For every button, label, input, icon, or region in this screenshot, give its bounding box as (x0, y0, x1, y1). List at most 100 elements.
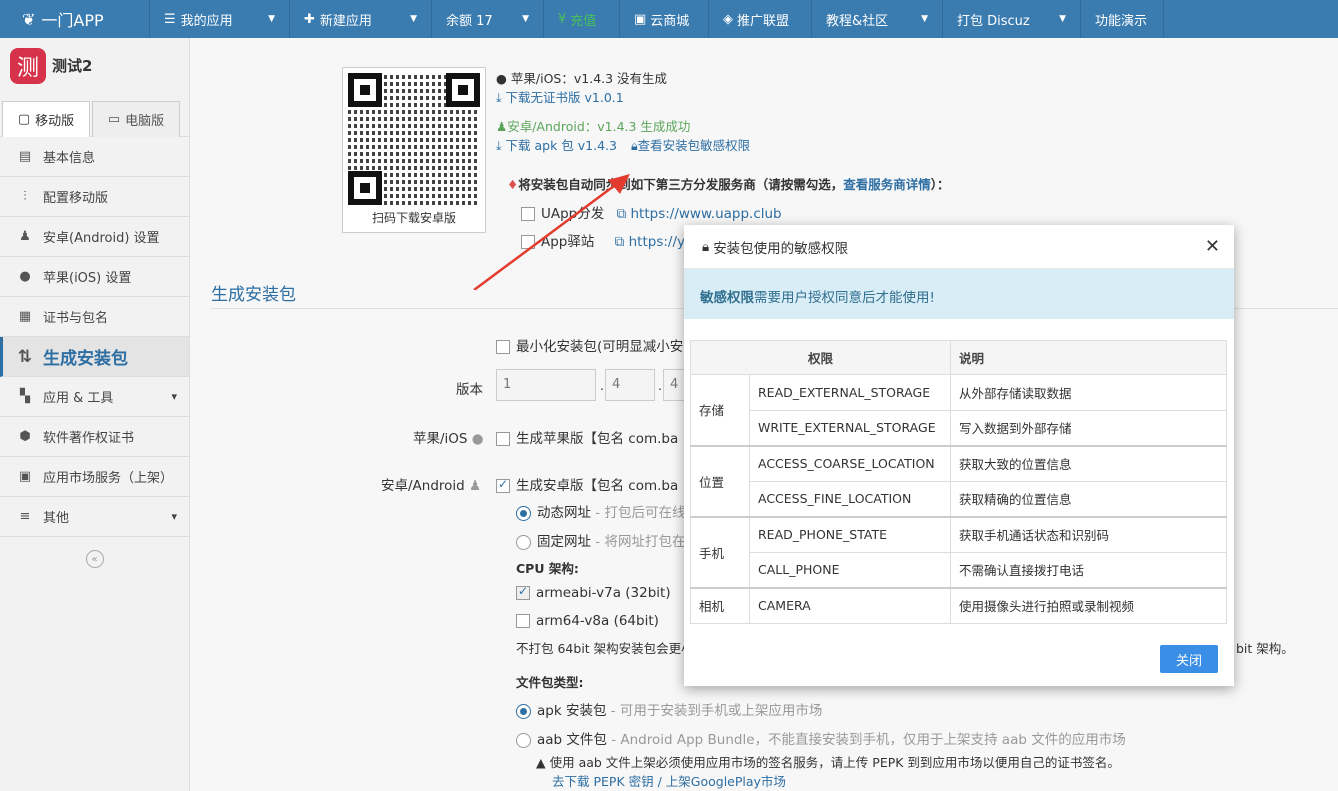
lock-icon: 🔒︎ (630, 138, 638, 153)
tab-desktop[interactable]: ▭ 电脑版 (92, 101, 180, 137)
cpu-arm64-checkbox[interactable] (516, 614, 530, 628)
nav-pack-discuz[interactable]: 打包 Discuz ▼ (943, 0, 1081, 38)
fixed-url-option[interactable]: 固定网址 - 将网址打包在 (516, 530, 685, 550)
version-label: 版本 (456, 382, 483, 398)
permission-desc: 不需确认直接拨打电话 (950, 551, 1227, 589)
sidebar-collapse: « (0, 537, 189, 581)
dynamic-url-radio[interactable] (516, 505, 531, 521)
android-generate-checkbox[interactable] (496, 477, 510, 493)
sidebar-item-tools[interactable]: ▚ 应用 & 工具 ▾ (0, 377, 189, 417)
sidebar-item-build[interactable]: ⇅ 生成安装包 (0, 337, 189, 377)
arrow-head (608, 174, 630, 194)
aab-radio[interactable] (516, 732, 531, 748)
project-name: 测试2 (52, 57, 93, 75)
android-links: ⤓ 下载 apk 包 v1.4.3 🔒︎查看安装包敏感权限 (496, 135, 750, 154)
section-title: 生成安装包 (211, 285, 296, 305)
nav-new-app[interactable]: ✚ 新建应用 ▼ (290, 0, 432, 38)
android-icon: ♟ (496, 119, 508, 134)
arrow-shaft (473, 178, 623, 290)
close-button[interactable]: 关闭 (1160, 645, 1218, 673)
minimize-checkbox[interactable] (496, 340, 510, 354)
warning-icon: ▲ (536, 755, 546, 770)
lock-icon: 🔒︎ (702, 238, 710, 255)
sidebar-item-other[interactable]: ≡ 其他 ▾ (0, 497, 189, 537)
aab-warning: ▲ 使用 aab 文件上架必须使用应用市场的签名服务，请上传 PEPK 到到应用… (536, 755, 1120, 770)
platform-tabs: ▢ 移动版 ▭ 电脑版 (0, 93, 189, 137)
permission-name: ACCESS_FINE_LOCATION (749, 480, 951, 518)
nav-tutorial-community[interactable]: 教程&社区 ▼ (812, 0, 943, 38)
fixed-url-radio[interactable] (516, 534, 531, 550)
download-icon: ⤓ (496, 138, 502, 153)
group-location: 位置 (690, 445, 750, 518)
provider-details-link[interactable]: 查看服务商详情 (843, 177, 931, 192)
leaf-icon: ❦ (22, 9, 36, 29)
market-icon: ▣ (18, 469, 32, 484)
nav-recharge[interactable]: ¥ 充值 (544, 0, 620, 38)
version-minor-input[interactable]: 4 (605, 369, 655, 401)
qr-caption: 扫码下载安卓版 (371, 211, 456, 225)
minimize-option[interactable]: 最小化安装包(可明显减小安 (496, 335, 683, 355)
permission-name: READ_PHONE_STATE (749, 516, 951, 553)
nav-cloud-store[interactable]: ▣ 云商城 (620, 0, 709, 38)
cpu-armeabi-checkbox[interactable] (516, 584, 530, 600)
permission-name: CAMERA (749, 587, 951, 624)
sidebar-item-android[interactable]: ♟ 安卓(Android) 设置 (0, 217, 189, 257)
permission-name: CALL_PHONE (749, 551, 951, 589)
ios-row-label: 苹果/iOS ● (413, 431, 484, 447)
qr-finder (348, 73, 382, 107)
permission-desc: 获取大致的位置信息 (950, 445, 1227, 482)
download-icon: ⤓ (496, 90, 502, 105)
nav-affiliate[interactable]: ◈ 推广联盟 (709, 0, 812, 38)
modal-alert: 敏感权限需要用户授权同意后才能使用! (684, 269, 1234, 319)
view-permissions-link[interactable]: 🔒︎查看安装包敏感权限 (631, 138, 750, 153)
android-generate-option[interactable]: 生成安卓版【包名 com.ba (496, 474, 678, 494)
chevron-down-icon: ▾ (171, 510, 177, 523)
qr-finder (348, 171, 382, 205)
apk-option[interactable]: apk 安装包 - 可用于安装到手机或上架应用市场 (516, 699, 822, 719)
apk-radio[interactable] (516, 703, 531, 719)
cpu-arm64-option[interactable]: arm64-v8a (64bit) (516, 613, 659, 629)
list-icon: ≡ (19, 509, 31, 524)
apple-icon: ● (19, 269, 31, 284)
permission-desc: 写入数据到外部存储 (950, 409, 1227, 447)
sidebar-item-ios[interactable]: ● 苹果(iOS) 设置 (0, 257, 189, 297)
chevron-down-icon: ▾ (171, 390, 177, 403)
table-header-row: 权限 说明 (690, 340, 1227, 375)
top-navbar: ❦ 一门APP ☰ 我的应用 ▼ ✚ 新建应用 ▼ 余额 17 ▼ ¥ 充值 ▣ 云商城 ◈ 推广… (0, 0, 1338, 38)
monitor-icon: ▭ (107, 112, 121, 127)
table-row: 相机 CAMERA 使用摄像头进行拍照或录制视频 (690, 587, 1227, 624)
tab-mobile[interactable]: ▢ 移动版 (2, 101, 90, 137)
permission-name: READ_EXTERNAL_STORAGE (749, 374, 951, 411)
permissions-table: 权限 说明 存储 READ_EXTERNAL_STORAGE 从外部存储读取数据… (690, 340, 1227, 624)
column-header-permission: 权限 (690, 340, 951, 375)
brand-logo[interactable]: ❦ 一门APP (0, 0, 150, 38)
nav-my-apps[interactable]: ☰ 我的应用 ▼ (150, 0, 290, 38)
android-status: ♟安卓/Android：v1.4.3 生成成功 (496, 119, 691, 134)
apk-download-link[interactable]: ⤓ 下载 apk 包 v1.4.3 (496, 138, 617, 153)
ios-generate-option[interactable]: 生成苹果版【包名 com.ba (496, 427, 678, 447)
sidebar-item-basic-info[interactable]: ▤ 基本信息 (0, 137, 189, 177)
aab-option[interactable]: aab 文件包 - Android App Bundle，不能直接安装到手机，仅… (516, 728, 1126, 748)
ios-generate-checkbox[interactable] (496, 432, 510, 446)
sidebar-item-copyright[interactable]: ⬢ 软件著作权证书 (0, 417, 189, 457)
nav-balance[interactable]: 余额 17 ▼ (432, 0, 544, 38)
cpu-title: CPU 架构: (516, 561, 579, 576)
pepk-link[interactable]: 去下载 PEPK 密钥 / 上架GooglePlay市场 (552, 771, 786, 790)
cpu-armeabi-option[interactable]: armeabi-v7a (32bit) (516, 584, 671, 601)
sidebar-item-certificate[interactable]: ▦ 证书与包名 (0, 297, 189, 337)
version-major-input[interactable]: 1 (496, 369, 596, 401)
ios-status: ● 苹果/iOS：v1.4.3 没有生成 (496, 71, 668, 86)
nav-demo[interactable]: 功能演示 (1081, 0, 1164, 38)
caret-down-icon: ▼ (921, 14, 928, 24)
modal-header: 🔒︎ 安装包使用的敏感权限 (684, 225, 1234, 269)
sidebar-item-config-mobile[interactable]: ⫶ 配置移动版 (0, 177, 189, 217)
close-icon[interactable]: ✕ (1205, 236, 1220, 257)
group-phone: 手机 (690, 516, 750, 589)
ios-download-link[interactable]: ⤓ 下载无证书版 v1.0.1 (496, 87, 624, 106)
mobile-icon: ▢ (17, 112, 31, 127)
sidebar-item-market[interactable]: ▣ 应用市场服务（上架） (0, 457, 189, 497)
dynamic-url-option[interactable]: 动态网址 - 打包后可在线 (516, 501, 685, 521)
collapse-left-icon[interactable]: « (85, 550, 104, 568)
sidebar: 测 测试2 ▢ 移动版 ▭ 电脑版 ▤ 基本信息 ⫶ 配置移动版 ♟ 安卓(Android… (0, 38, 190, 791)
cpu-note: 不打包 64bit 架构安装包会更小 (516, 641, 694, 656)
